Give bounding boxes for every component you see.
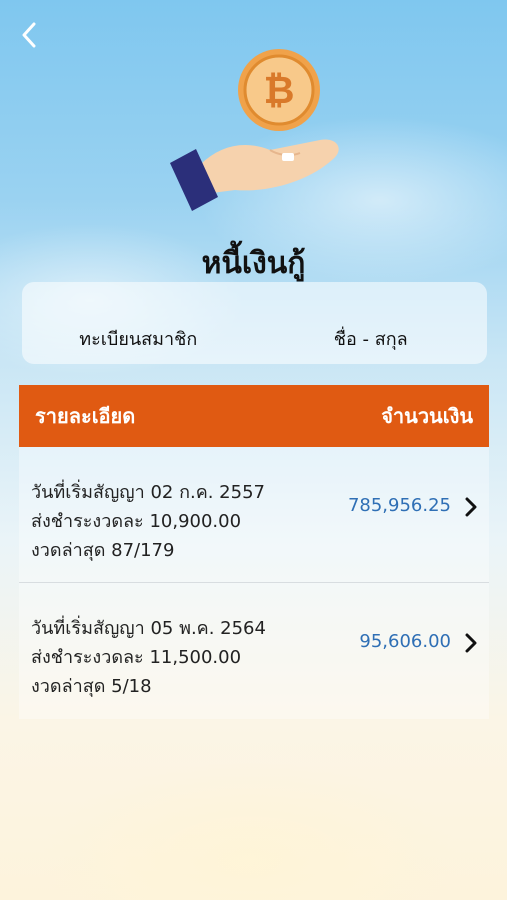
- back-button[interactable]: [14, 20, 44, 50]
- hero-illustration: ₿: [160, 45, 350, 220]
- loan-list: วันที่เริ่มสัญญา 02 ก.ค. 2557 ส่งชำระงวด…: [19, 447, 489, 719]
- contract-start-date: วันที่เริ่มสัญญา 02 ก.ค. 2557: [31, 482, 265, 503]
- chevron-right-icon: [465, 497, 477, 517]
- member-info-card: ทะเบียนสมาชิก ชื่อ - สกุล: [22, 282, 487, 364]
- member-name-label: ชื่อ - สกุล: [333, 328, 408, 350]
- page-title: หนี้เงินกู้: [201, 246, 306, 281]
- loan-details: วันที่เริ่มสัญญา 05 พ.ค. 2564 ส่งชำระงวด…: [31, 614, 266, 701]
- contract-start-date: วันที่เริ่มสัญญา 05 พ.ค. 2564: [31, 618, 266, 639]
- column-details-header: รายละเอียด: [35, 404, 136, 428]
- loan-amount: 785,956.25: [347, 495, 451, 516]
- hand-receiving-coin-icon: ₿: [170, 49, 339, 211]
- svg-text:₿: ₿: [264, 68, 295, 112]
- installment-amount: ส่งชำระงวดละ 11,500.00: [31, 647, 242, 668]
- loan-row[interactable]: วันที่เริ่มสัญญา 05 พ.ค. 2564 ส่งชำระงวด…: [19, 583, 489, 719]
- latest-installment: งวดล่าสุด 87/179: [31, 540, 175, 561]
- loan-details: วันที่เริ่มสัญญา 02 ก.ค. 2557 ส่งชำระงวด…: [31, 478, 265, 565]
- table-header: รายละเอียด จำนวนเงิน: [19, 385, 489, 447]
- installment-amount: ส่งชำระงวดละ 10,900.00: [31, 511, 242, 532]
- loan-row[interactable]: วันที่เริ่มสัญญา 02 ก.ค. 2557 ส่งชำระงวด…: [19, 447, 489, 583]
- chevron-left-icon: [22, 22, 36, 48]
- member-id-label: ทะเบียนสมาชิก: [79, 328, 198, 350]
- column-amount-header: จำนวนเงิน: [381, 404, 473, 428]
- latest-installment: งวดล่าสุด 5/18: [31, 676, 152, 697]
- loan-amount: 95,606.00: [359, 631, 451, 652]
- chevron-right-icon: [465, 633, 477, 653]
